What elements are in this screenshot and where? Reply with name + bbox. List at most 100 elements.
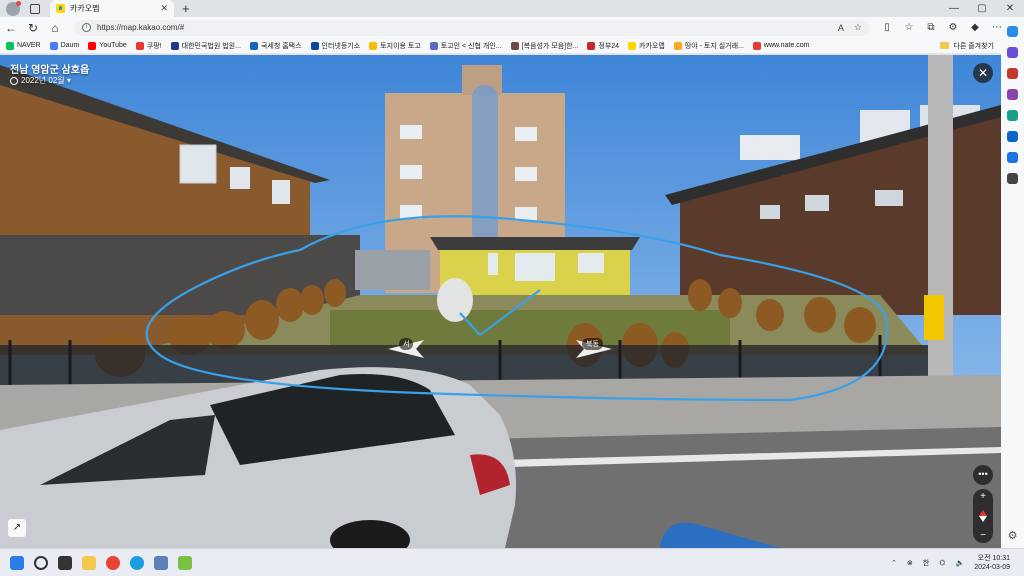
- address-bar-row: ← ↻ ⌂ i https://map.kakao.com/# A ☆ ▯ ☆ …: [0, 17, 1024, 38]
- bookmark-label: 정부24: [598, 42, 620, 50]
- task-view-icon[interactable]: [58, 555, 72, 570]
- bookmark-label: YouTube: [99, 42, 127, 49]
- edge-icon[interactable]: [130, 555, 144, 570]
- bookmark-item[interactable]: 토지이용 토고: [369, 41, 421, 51]
- favorites-icon[interactable]: ☆: [898, 22, 920, 33]
- start-icon[interactable]: [10, 555, 24, 570]
- collections-icon[interactable]: ⧉: [920, 22, 942, 33]
- zoom-control: + −: [973, 489, 993, 543]
- split-screen-icon[interactable]: ▯: [876, 22, 898, 33]
- ime-indicator[interactable]: 한: [923, 558, 929, 568]
- title-bar: 카카오맵 ✕ + — ▢ ✕: [0, 0, 1024, 17]
- bookmark-item[interactable]: [복음성가 모음]한...: [510, 41, 579, 51]
- bookmark-item[interactable]: 인터넷등기소: [310, 41, 360, 51]
- add-sidebar-icon[interactable]: [1007, 173, 1018, 184]
- bookmark-item[interactable]: 대한민국법원 법원...: [170, 41, 241, 51]
- system-clock[interactable]: 오전 10:31 2024-03-09: [974, 554, 1010, 572]
- outlook-sidebar-icon[interactable]: [1007, 131, 1018, 142]
- kakao-app-icon[interactable]: [178, 555, 192, 570]
- bookmark-label: [복음성가 모음]한...: [521, 42, 579, 50]
- search-sidebar-icon[interactable]: [1007, 47, 1018, 58]
- bookmark-favicon-icon: [628, 41, 637, 50]
- url-field[interactable]: i https://map.kakao.com/# A ☆: [74, 19, 870, 36]
- bookmark-favicon-icon: [135, 41, 144, 50]
- bookmark-item[interactable]: 카카오맵: [628, 41, 665, 51]
- volume-icon[interactable]: 🔈: [955, 559, 964, 567]
- bookmark-favicon-icon: [49, 41, 58, 50]
- folder-icon: [940, 42, 950, 49]
- bookmark-label: www.nate.com: [763, 42, 810, 49]
- bookmark-label: 대한민국법원 법원...: [181, 42, 241, 50]
- minimize-button[interactable]: —: [940, 3, 968, 14]
- tray-overflow-icon[interactable]: ⌃: [891, 559, 897, 567]
- tab-actions-icon[interactable]: [30, 3, 40, 14]
- search-icon[interactable]: [34, 555, 48, 570]
- bookmark-label: 국세청 홈택스: [260, 42, 302, 50]
- app-icon[interactable]: [154, 555, 168, 570]
- close-roadview-button[interactable]: ✕: [973, 63, 993, 83]
- zoom-in-button[interactable]: +: [980, 491, 986, 502]
- capture-date-selector[interactable]: 2022년 02월 ▾: [10, 75, 71, 86]
- roadview-panorama[interactable]: 전남 영암군 삼호읍 2022년 02월 ▾ ✕ 서 북동 ••• + − ↗: [0, 55, 1001, 548]
- bookmark-item[interactable]: 토고인 < 신협 개인...: [429, 41, 502, 51]
- clock-time: 오전 10:31: [977, 554, 1010, 562]
- tools-sidebar-icon[interactable]: [1007, 110, 1018, 121]
- bookmark-favicon-icon: [587, 41, 596, 50]
- network-icon[interactable]: ⌬: [939, 559, 945, 567]
- panorama-scene: [0, 55, 1001, 548]
- clock-date: 2024-03-09: [974, 563, 1010, 571]
- bookmark-label: 쿠팡!: [146, 42, 162, 50]
- expand-map-button[interactable]: ↗: [8, 519, 26, 537]
- bookmark-favicon-icon: [673, 41, 682, 50]
- games-sidebar-icon[interactable]: [1007, 89, 1018, 100]
- copilot-sidebar-icon[interactable]: [1007, 26, 1018, 37]
- copilot-icon[interactable]: ◆: [964, 22, 986, 33]
- file-explorer-icon[interactable]: [82, 555, 96, 570]
- read-aloud-icon[interactable]: A: [838, 23, 844, 33]
- toolbar-buttons: ▯ ☆ ⧉ ⚙ ◆ ⋯: [876, 22, 1008, 33]
- site-info-icon[interactable]: i: [82, 23, 91, 32]
- profile-icon[interactable]: [6, 0, 21, 16]
- bookmark-item[interactable]: 땅야 - 토지 실거래...: [673, 41, 744, 51]
- capture-date: 2022년 02월: [21, 76, 65, 85]
- sidebar-settings-icon[interactable]: ⚙: [1008, 529, 1018, 542]
- system-tray: ⌃ ⊗ 한 ⌬ 🔈 오전 10:31 2024-03-09: [891, 554, 1024, 572]
- folder-label: 다른 즐겨찾기: [953, 42, 994, 50]
- bookmark-item[interactable]: Daum: [49, 41, 79, 50]
- new-tab-button[interactable]: +: [182, 1, 190, 16]
- window-controls: — ▢ ✕: [940, 3, 1024, 14]
- direction-label-northeast[interactable]: 북동: [582, 338, 603, 350]
- edge-sidebar: ⚙: [1001, 17, 1024, 548]
- drop-sidebar-icon[interactable]: [1007, 152, 1018, 163]
- favorite-star-icon[interactable]: ☆: [854, 22, 862, 33]
- bookmark-item[interactable]: 쿠팡!: [135, 41, 162, 51]
- zoom-out-button[interactable]: −: [980, 530, 986, 541]
- tab-kakaomap[interactable]: 카카오맵 ✕: [50, 0, 174, 17]
- windows-taskbar: ⌃ ⊗ 한 ⌬ 🔈 오전 10:31 2024-03-09: [0, 548, 1024, 576]
- bookmark-item[interactable]: 국세청 홈택스: [249, 41, 302, 51]
- bookmark-item[interactable]: YouTube: [88, 41, 127, 50]
- tab-close-icon[interactable]: ✕: [160, 3, 168, 14]
- compass-icon[interactable]: [979, 510, 987, 522]
- bookmark-item[interactable]: 정부24: [587, 41, 619, 51]
- tray-app-icon[interactable]: ⊗: [907, 559, 913, 567]
- maximize-button[interactable]: ▢: [968, 3, 996, 14]
- window-close-button[interactable]: ✕: [996, 3, 1024, 14]
- chrome-icon[interactable]: [106, 555, 120, 570]
- history-clock-icon: [10, 76, 18, 85]
- bookmark-favicon-icon: [510, 41, 519, 50]
- refresh-button[interactable]: ↻: [22, 21, 44, 35]
- back-button[interactable]: ←: [0, 21, 22, 35]
- bookmark-item[interactable]: www.nate.com: [752, 41, 810, 50]
- home-button[interactable]: ⌂: [44, 21, 66, 35]
- other-favorites-folder[interactable]: 다른 즐겨찾기: [940, 41, 994, 51]
- bookmark-label: 땅야 - 토지 실거래...: [684, 42, 744, 50]
- bookmark-label: 카카오맵: [639, 42, 665, 50]
- shopping-sidebar-icon[interactable]: [1007, 68, 1018, 79]
- extensions-icon[interactable]: ⚙: [942, 22, 964, 33]
- direction-label-west[interactable]: 서: [399, 338, 414, 350]
- bookmark-item[interactable]: NAVER: [6, 41, 41, 50]
- bookmark-favicon-icon: [752, 41, 761, 50]
- bookmark-label: 토지이용 토고: [380, 42, 421, 50]
- more-options-button[interactable]: •••: [973, 465, 993, 485]
